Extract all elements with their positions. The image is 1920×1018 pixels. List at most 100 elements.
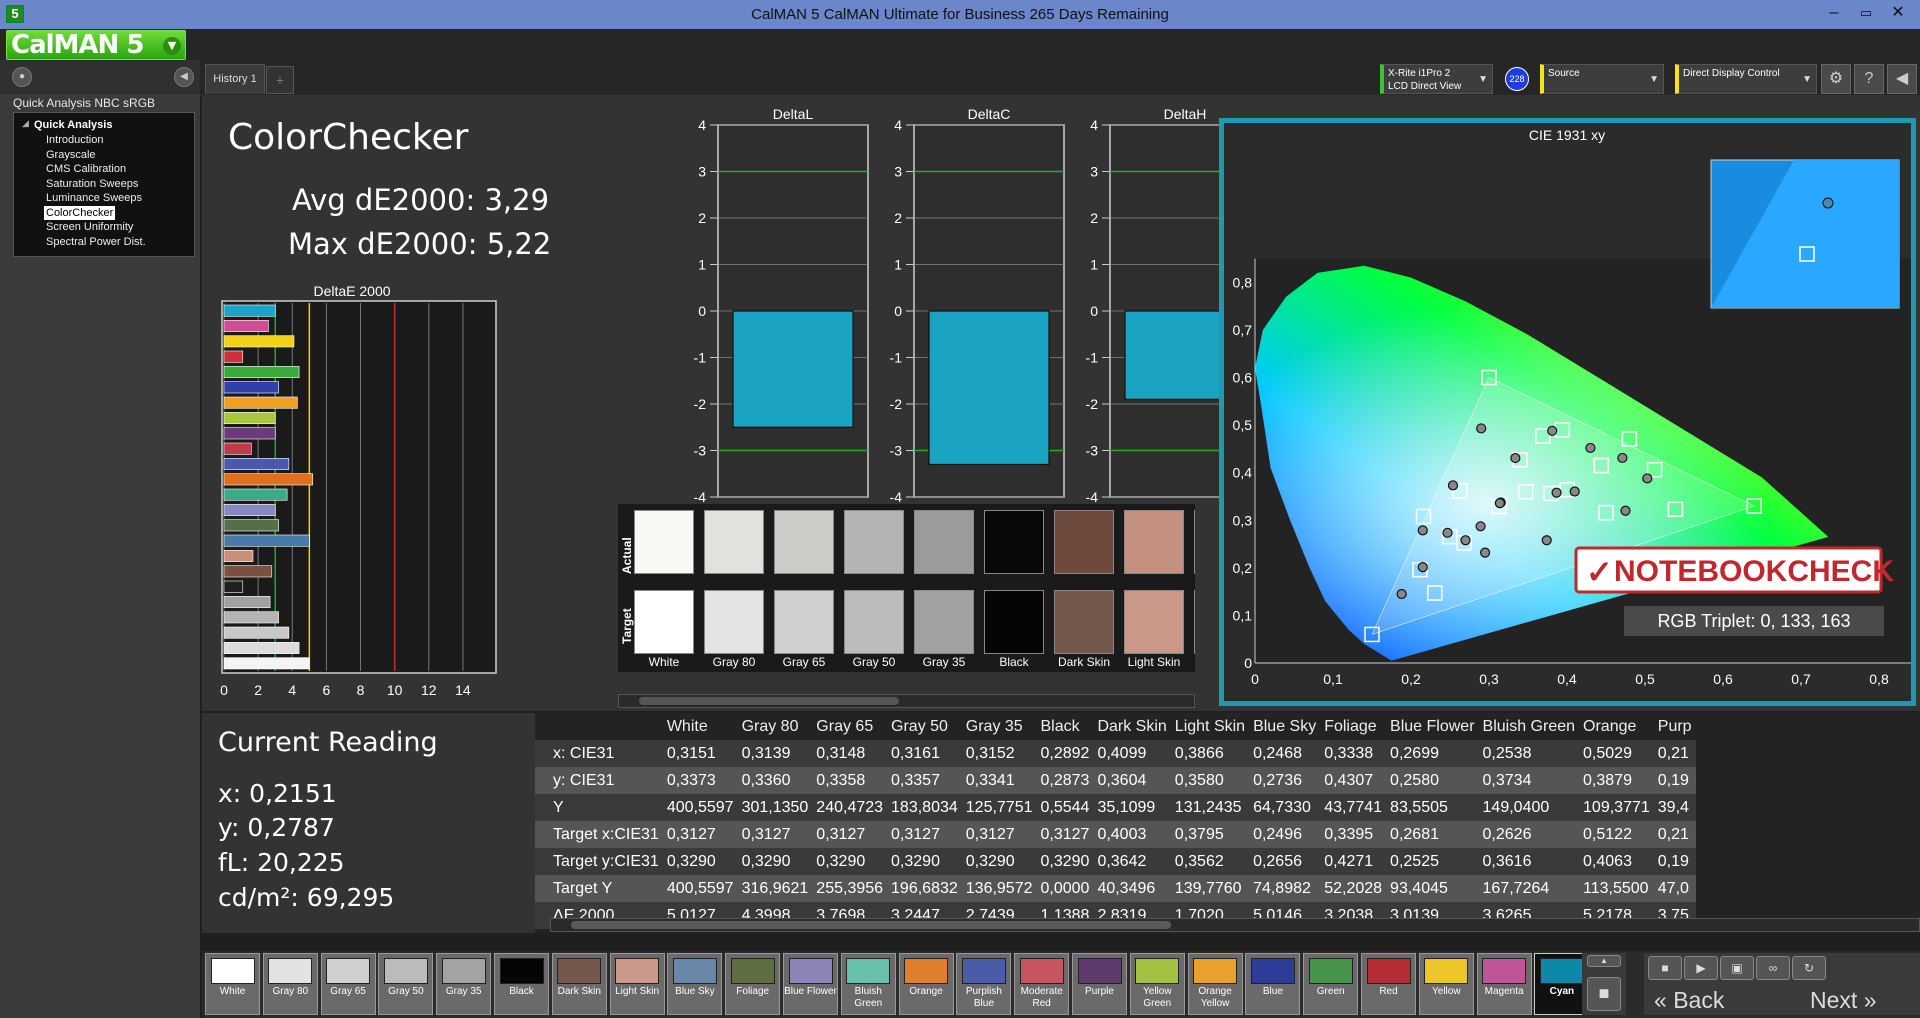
y-tick-label: -4 <box>694 489 707 505</box>
settings-dot-icon[interactable]: ● <box>12 67 32 87</box>
patch-button[interactable]: Foliage <box>725 953 781 1015</box>
actual-swatch <box>704 510 764 574</box>
table-row[interactable]: x: CIE31 0,3151 0,3139 0,3148 0,3161 0,3152 0,… <box>535 740 1696 767</box>
patch-button[interactable]: Moderate Red <box>1014 953 1070 1015</box>
patch-button[interactable]: Gray 35 <box>436 953 492 1015</box>
patch-button[interactable]: Gray 50 <box>378 953 434 1015</box>
measured-marker <box>1417 525 1428 536</box>
tree-item[interactable]: Introduction <box>46 133 103 147</box>
tree-item[interactable]: CMS Calibration <box>46 162 126 176</box>
patch-label: Green <box>1316 986 1345 997</box>
tree-item[interactable]: Saturation Sweeps <box>46 177 138 191</box>
column-header: Orange <box>1583 717 1637 735</box>
deltae-bar <box>223 442 252 455</box>
patch-button[interactable]: Bluish Green <box>840 953 896 1015</box>
calman-logo-button[interactable]: CalMAN 5 ▼ <box>6 30 186 60</box>
patch-button[interactable]: Blue Sky <box>667 953 723 1015</box>
cie-y-tick: 0,3 <box>1233 512 1253 528</box>
scrollbar-thumb[interactable] <box>571 921 1171 929</box>
y-tick-label: -1 <box>890 350 903 366</box>
tree-item[interactable]: Spectral Power Dist. <box>46 235 146 249</box>
patch-button[interactable]: Gray 80 <box>262 953 318 1015</box>
patch-button[interactable]: Yellow Green <box>1129 953 1185 1015</box>
table-row[interactable]: Target y:CIE31 0,3290 0,3290 0,3290 0,3290 0,… <box>535 848 1696 875</box>
patch-label: Gray 80 <box>272 986 309 997</box>
gear-icon[interactable]: ⚙ <box>1821 64 1851 94</box>
y-tick-label: -2 <box>1086 396 1099 412</box>
up-icon[interactable]: ▲ <box>1587 955 1621 967</box>
patch-button[interactable]: Gray 65 <box>320 953 376 1015</box>
display-selector[interactable]: Direct Display Control ▼ <box>1675 64 1817 94</box>
table-row[interactable]: Y 400,5597 301,1350 240,4723 183,8034 125,775… <box>535 794 1696 821</box>
patch-label: Gray 35 <box>445 986 482 997</box>
table-row[interactable]: y: CIE31 0,3373 0,3360 0,3358 0,3357 0,3341 0,… <box>535 767 1696 794</box>
patch-button[interactable]: Light Skin <box>609 953 665 1015</box>
tree-item[interactable]: ColorChecker <box>44 205 116 220</box>
patch-button[interactable]: Red <box>1361 953 1416 1015</box>
tree-root[interactable]: Quick Analysis <box>34 119 112 131</box>
minimize-button[interactable]: – <box>1818 2 1850 24</box>
cie-x-tick: 0,4 <box>1557 671 1577 687</box>
patch-button[interactable]: Orange Yellow <box>1187 953 1243 1015</box>
tree-item[interactable]: Grayscale <box>46 148 96 162</box>
table-row[interactable]: Target Y 400,5597 316,9621 255,3956 196,6832… <box>535 875 1696 902</box>
patch-label: Black <box>509 986 534 997</box>
maximize-button[interactable]: ▭ <box>1850 2 1882 24</box>
collapse-right-icon[interactable]: ◀ <box>1887 64 1917 94</box>
tree-item[interactable]: Screen Uniformity <box>46 220 133 234</box>
y-tick-label: -3 <box>890 443 903 459</box>
next-button[interactable]: Next » <box>1810 987 1876 1014</box>
patch-button[interactable]: Black <box>494 953 549 1015</box>
patch-label: Blue <box>1262 986 1283 997</box>
stop-measure-icon[interactable]: ■ <box>1648 956 1682 980</box>
table-row[interactable]: Target x:CIE31 0,3127 0,3127 0,3127 0,3127 0,… <box>535 821 1696 848</box>
patch-button[interactable]: Blue <box>1245 953 1301 1015</box>
patch-button[interactable]: Dark Skin <box>551 953 607 1015</box>
tree-expand-icon[interactable]: ◢ <box>22 118 29 129</box>
loop-icon[interactable]: ∞ <box>1756 956 1790 980</box>
table-scrollbar[interactable] <box>550 918 1920 932</box>
scrollbar-thumb[interactable] <box>639 697 899 705</box>
refresh-icon[interactable]: ↻ <box>1792 956 1826 980</box>
save-icon[interactable]: ▣ <box>1720 956 1754 980</box>
patch-button[interactable]: Yellow <box>1418 953 1474 1015</box>
patch-label: Cyan <box>1549 986 1575 997</box>
patch-button[interactable]: Blue Flower <box>783 953 838 1015</box>
back-button[interactable]: « Back <box>1654 987 1724 1014</box>
source-selector[interactable]: Source ▼ <box>1540 64 1664 94</box>
table-cell: 125,7751 <box>961 794 1037 821</box>
table-cell: 0,5029 <box>1579 740 1654 767</box>
actual-swatch <box>1124 510 1184 574</box>
add-tab-button[interactable]: + <box>266 66 294 94</box>
patch-button[interactable]: Green <box>1303 953 1359 1015</box>
patch-button[interactable]: Purplish Blue <box>956 953 1012 1015</box>
collapse-left-icon[interactable]: ◀ <box>174 67 194 87</box>
patch-button[interactable]: Orange <box>898 953 954 1015</box>
patch-label: Gray 50 <box>388 986 424 997</box>
table-cell: 109,3771 <box>1579 794 1654 821</box>
tree-item[interactable]: Luminance Sweeps <box>46 191 142 205</box>
column-header: Blue Flower <box>1390 717 1475 735</box>
meter-selector[interactable]: X-Rite i1Pro 2 LCD Direct View ▼ <box>1380 64 1493 94</box>
tab-history-1[interactable]: History 1 <box>205 64 265 94</box>
deltae-bar <box>223 350 244 363</box>
column-header: Gray 65 <box>816 717 874 735</box>
table-cell: 167,7264 <box>1478 875 1580 902</box>
row-label: y: CIE31 <box>535 767 663 794</box>
patch-button[interactable]: Magenta <box>1476 953 1532 1015</box>
close-button[interactable]: ✕ <box>1882 2 1914 24</box>
play-icon[interactable]: ▶ <box>1684 956 1718 980</box>
patch-color-chip <box>268 958 313 984</box>
swatch-scrollbar[interactable] <box>618 694 1195 708</box>
table-cell: 35,1099 <box>1093 794 1171 821</box>
patch-button[interactable]: Purple <box>1072 953 1127 1015</box>
help-icon[interactable]: ? <box>1854 64 1884 94</box>
reading-cdm2: cd/m²: 69,295 <box>218 883 395 912</box>
table-cell: 0,3290 <box>961 848 1037 875</box>
column-header: Gray 80 <box>741 717 799 735</box>
display-label: Direct Display Control <box>1683 68 1780 79</box>
table-cell: 0,3290 <box>887 848 962 875</box>
stop-icon[interactable]: ■ <box>1587 977 1621 1011</box>
patch-button[interactable]: White <box>205 953 260 1015</box>
main-content: ColorChecker Avg dE2000: 3,29 Max dE2000… <box>202 95 1920 711</box>
